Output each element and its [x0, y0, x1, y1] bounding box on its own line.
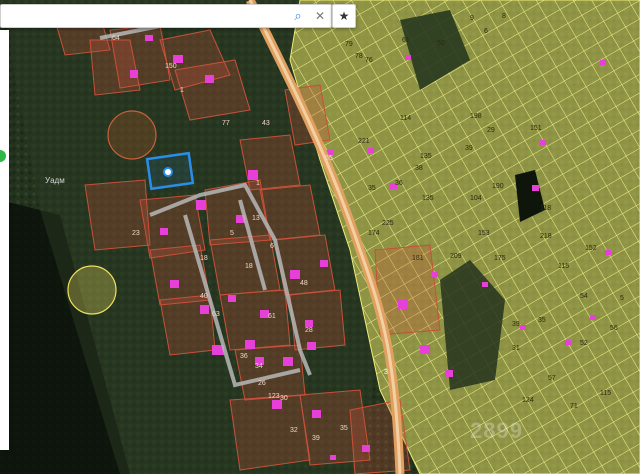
plot-number-label: 40	[200, 293, 208, 300]
plot-number-label: 18	[245, 263, 253, 270]
plot-number-label: 63	[212, 311, 220, 318]
plot-number-label: 1	[180, 87, 184, 94]
plot-number-label: 56	[610, 325, 618, 332]
plot-number-label: 39	[512, 321, 520, 328]
plot-number-label: 5	[620, 295, 624, 302]
plot-number-label: 29	[487, 127, 495, 134]
place-label: Уадм	[45, 176, 65, 185]
plot-number-label: 61	[268, 313, 276, 320]
plot-number-label: 35	[368, 185, 376, 192]
plot-number-label: 61	[402, 37, 410, 44]
search-icon[interactable]: ⌕	[287, 5, 309, 27]
plot-number-label: 65	[325, 155, 333, 162]
plot-number-label: 57	[548, 375, 556, 382]
plot-number-label: 31	[512, 345, 520, 352]
plot-number-label: 152	[585, 245, 597, 252]
zone-circle[interactable]	[107, 110, 157, 160]
plot-number-label: 35	[538, 317, 546, 324]
search-input[interactable]	[1, 5, 287, 27]
plot-number-label: 30	[280, 395, 288, 402]
plot-number-label: 38	[415, 165, 423, 172]
plot-number-label: 221	[358, 138, 370, 145]
plot-number-label: 225	[382, 220, 394, 227]
plot-number-label: 118	[540, 205, 551, 212]
plot-number-label: 1	[256, 180, 260, 187]
plot-number-label: 36	[395, 180, 403, 187]
watermark: 2899	[470, 418, 523, 443]
plot-number-label: 9	[470, 15, 474, 22]
plot-number-label: 6	[270, 243, 274, 250]
plot-number-label: 52	[580, 340, 588, 347]
road-marker-label: 3	[384, 369, 388, 376]
plot-number-label: 26	[258, 380, 266, 387]
plot-number-label: 18	[200, 255, 208, 262]
plot-number-label: 114	[400, 115, 411, 122]
plot-number-label: 34	[255, 363, 263, 370]
plot-number-label: 115	[600, 390, 611, 397]
plot-number-label: 181	[412, 255, 424, 262]
plot-number-label: 190	[492, 183, 504, 190]
plot-number-label: 39	[312, 435, 320, 442]
plot-number-label: 135	[420, 153, 432, 160]
plot-number-label: 64	[112, 35, 120, 42]
plot-number-label: 48	[300, 280, 308, 287]
plot-number-label: 28	[305, 327, 313, 334]
star-icon[interactable]: ★	[332, 4, 356, 28]
plot-number-label: 151	[530, 125, 542, 132]
plot-number-label: 39	[465, 145, 473, 152]
plot-number-label: 23	[132, 230, 140, 237]
location-marker[interactable]	[163, 167, 173, 177]
plot-number-label: 76	[365, 57, 373, 64]
plot-number-label: 135	[422, 195, 434, 202]
plot-number-label: 13	[252, 215, 260, 222]
plot-number-label: 50	[437, 40, 445, 47]
plot-number-label: 124	[522, 397, 534, 404]
plot-number-label: 54	[580, 293, 588, 300]
plot-number-label: 71	[570, 403, 578, 410]
map-canvas[interactable]: 7961767850968198292211143913515110419013…	[0, 0, 640, 474]
plot-number-label: 8	[502, 13, 506, 20]
close-icon[interactable]: ✕	[309, 5, 331, 27]
plot-number-label: 123	[268, 393, 280, 400]
zone-circle[interactable]	[67, 265, 117, 315]
plot-number-label: 6	[484, 28, 488, 35]
plot-number-label: 79	[345, 41, 353, 48]
plot-number-label: 115	[558, 263, 569, 270]
side-panel[interactable]	[0, 30, 9, 450]
plot-number-label: 153	[478, 230, 490, 237]
plot-number-label: 78	[355, 53, 363, 60]
plot-number-label: 198	[470, 113, 482, 120]
plot-number-label: 175	[494, 255, 506, 262]
plot-number-label: 209	[450, 253, 462, 260]
plot-number-label: 5	[230, 230, 234, 237]
plot-number-label: 218	[540, 233, 552, 240]
status-indicator	[0, 150, 6, 162]
plot-number-label: 36	[240, 353, 248, 360]
plot-number-label: 32	[290, 427, 298, 434]
plot-number-label: 174	[368, 230, 380, 237]
plot-number-label: 43	[262, 120, 270, 127]
search-bar: ⌕ ✕	[0, 4, 332, 28]
plot-number-label: 150	[165, 63, 177, 70]
plot-number-label: 77	[222, 120, 230, 127]
plot-number-label: 35	[340, 425, 348, 432]
plot-number-label: 104	[470, 195, 482, 202]
